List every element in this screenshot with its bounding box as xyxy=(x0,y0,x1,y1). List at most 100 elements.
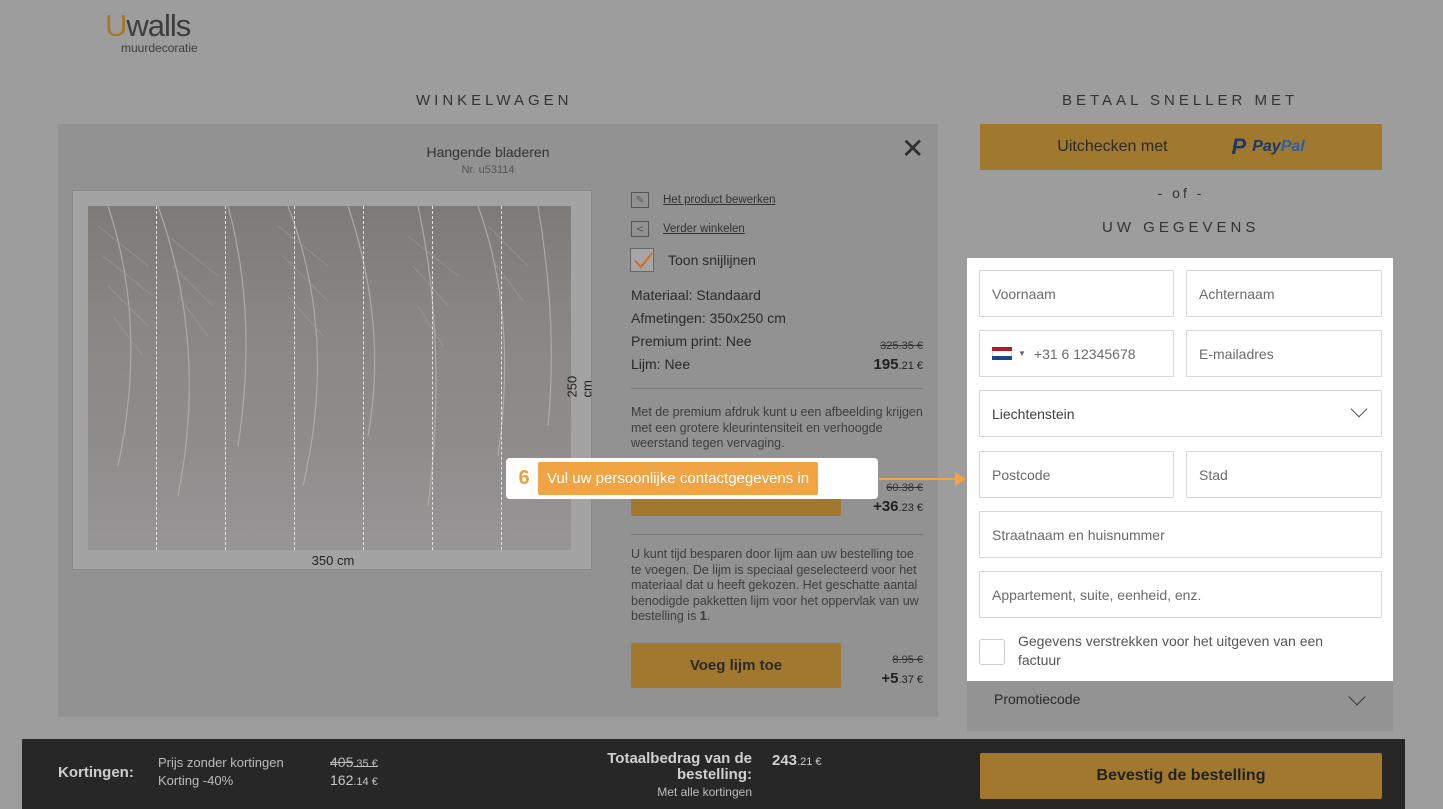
product-old-price: 325.35 € xyxy=(880,340,923,352)
promo-code-label: Promotiecode xyxy=(994,691,1081,707)
confirm-order-button[interactable]: Bevestig de bestelling xyxy=(980,753,1382,799)
glue-old-price: 8.95 € xyxy=(892,654,923,666)
arrow-icon xyxy=(879,478,957,480)
spec-material: Materiaal: Standaard xyxy=(631,287,761,303)
show-cutlines-label: Toon snijlijnen xyxy=(668,252,756,268)
firstname-input[interactable]: Voornaam xyxy=(979,270,1174,317)
price-without-main: 405 xyxy=(330,754,354,770)
wallpaper-image xyxy=(88,206,571,550)
glue-price-main: +5 xyxy=(881,670,899,687)
price-without-label: Prijs zonder kortingen xyxy=(158,755,284,770)
glue-new-price: +5.37 € xyxy=(823,670,923,687)
order-summary-bar: Kortingen: Prijs zonder kortingen Kortin… xyxy=(22,739,1405,809)
total-label: Totaalbedrag van de bestelling: xyxy=(607,750,752,783)
contact-form: Voornaam Achternaam ▼ +31 6 12345678 E-m… xyxy=(967,258,1393,681)
phone-input[interactable]: ▼ +31 6 12345678 xyxy=(979,330,1174,377)
cart-title: WINKELWAGEN xyxy=(416,92,573,109)
price-without-dec: .35 € xyxy=(353,758,378,770)
premium-price-dec: .23 € xyxy=(898,502,923,514)
paypal-button-label: Uitchecken met xyxy=(1057,138,1168,155)
postcode-input[interactable]: Postcode xyxy=(979,451,1174,498)
divider xyxy=(631,534,923,535)
add-glue-button[interactable]: Voeg lijm toe xyxy=(631,643,841,688)
city-input[interactable]: Stad xyxy=(1186,451,1382,498)
lastname-input[interactable]: Achternaam xyxy=(1186,270,1382,317)
email-input[interactable]: E-mailadres xyxy=(1186,330,1382,377)
country-select[interactable]: Liechtenstein xyxy=(979,390,1382,437)
caret-down-icon[interactable]: ▼ xyxy=(1018,349,1026,358)
total-dec: .21 € xyxy=(797,756,822,768)
spec-dimensions: Afmetingen: 350x250 cm xyxy=(631,310,786,326)
paypal-p-icon: P xyxy=(1231,134,1247,159)
discount-value: 162.14 € xyxy=(330,772,378,788)
logo-subtitle: muurdecoratie xyxy=(121,41,198,55)
cart-panel: Hangende bladeren Nr. u53114 ✕ 350 cm 25… xyxy=(58,124,938,717)
product-name: Hangende bladeren xyxy=(426,144,550,160)
paypal-checkout-button[interactable]: Uitchecken met P Pay Pal xyxy=(980,124,1382,170)
glue-description: U kunt tijd besparen door lijm aan uw be… xyxy=(631,547,926,625)
logo-text: walls xyxy=(126,8,191,43)
cut-line xyxy=(363,206,364,550)
cut-line xyxy=(225,206,226,550)
your-details-title: UW GEGEVENS xyxy=(1102,219,1260,236)
dimension-width: 350 cm xyxy=(311,553,355,568)
continue-shopping-row[interactable]: < Verder winkelen xyxy=(631,221,745,237)
promo-code-toggle[interactable]: Promotiecode xyxy=(967,681,1393,731)
premium-new-price: +36.23 € xyxy=(823,498,923,515)
glue-pack-count: 1 xyxy=(699,609,707,623)
phone-value: +31 6 12345678 xyxy=(1033,345,1136,362)
product-new-price: 195.21 € xyxy=(823,356,924,373)
arrow-head-icon xyxy=(955,472,966,486)
paypal-pay: Pay xyxy=(1252,138,1281,155)
price-without-value: 405.35 € xyxy=(330,754,378,770)
netherlands-flag-icon[interactable] xyxy=(992,346,1012,361)
discount-label: Korting -40% xyxy=(158,773,234,788)
chevron-left-icon: < xyxy=(631,221,649,237)
total-main: 243 xyxy=(772,752,798,769)
cut-line xyxy=(432,206,433,550)
leaves-illustration xyxy=(97,206,552,507)
paypal-pal: Pal xyxy=(1280,138,1305,155)
product-price-main: 195 xyxy=(873,356,899,373)
show-cutlines-row[interactable]: Toon snijlijnen xyxy=(630,248,756,272)
invoice-label: Gegevens verstrekken voor het uitgeven v… xyxy=(1018,633,1324,668)
street-input[interactable]: Straatnaam en huisnummer xyxy=(979,511,1382,558)
glue-price-dec: .37 € xyxy=(898,674,923,686)
spec-glue: Lijm: Nee xyxy=(631,356,691,372)
step-tooltip: 6 Vul uw persoonlijke contactgegevens in xyxy=(506,458,878,499)
logo[interactable]: Uwalls xyxy=(105,8,191,44)
chevron-down-icon xyxy=(1348,688,1366,706)
premium-description: Met de premium afdruk kunt u een afbeeld… xyxy=(631,405,923,450)
edit-product-link[interactable]: Het product bewerken xyxy=(663,194,776,206)
pay-faster-title: BETAAL SNELLER MET xyxy=(1062,92,1299,109)
product-number: Nr. u53114 xyxy=(461,164,515,176)
apartment-input[interactable]: Appartement, suite, eenheid, enz. xyxy=(979,571,1382,618)
cut-line xyxy=(156,206,157,550)
discount-main: 162 xyxy=(330,772,354,788)
chevron-down-icon xyxy=(1350,400,1368,418)
divider xyxy=(631,388,923,389)
spec-premium: Premium print: Nee xyxy=(631,333,752,349)
total-value: 243.21 € xyxy=(772,752,822,769)
continue-shopping-link[interactable]: Verder winkelen xyxy=(663,223,745,235)
glue-description-end: . xyxy=(706,609,711,623)
discounts-label: Kortingen: xyxy=(58,764,134,781)
step-text: Vul uw persoonlijke contactgegevens in xyxy=(538,462,819,495)
checkmark-icon xyxy=(634,252,653,269)
edit-product-row[interactable]: ✎ Het product bewerken xyxy=(631,192,776,208)
dimension-height: 250 cm xyxy=(564,375,595,398)
product-preview: 350 cm 250 cm xyxy=(72,190,595,570)
discount-dec: .14 € xyxy=(353,776,378,788)
step-number: 6 xyxy=(518,467,530,489)
logo-u: U xyxy=(105,8,127,43)
invoice-checkbox[interactable] xyxy=(979,639,1005,665)
glue-description-text: U kunt tijd besparen door lijm aan uw be… xyxy=(631,547,919,623)
paypal-logo-icon: P Pay Pal xyxy=(1232,134,1305,160)
cut-line xyxy=(501,206,502,550)
close-icon[interactable]: ✕ xyxy=(901,132,924,165)
or-separator: - of - xyxy=(1157,185,1205,201)
country-value: Liechtenstein xyxy=(992,405,1075,422)
cutlines-checkbox[interactable] xyxy=(630,248,654,272)
premium-price-main: +36 xyxy=(873,498,899,515)
product-price-dec: .21 € xyxy=(898,360,923,372)
